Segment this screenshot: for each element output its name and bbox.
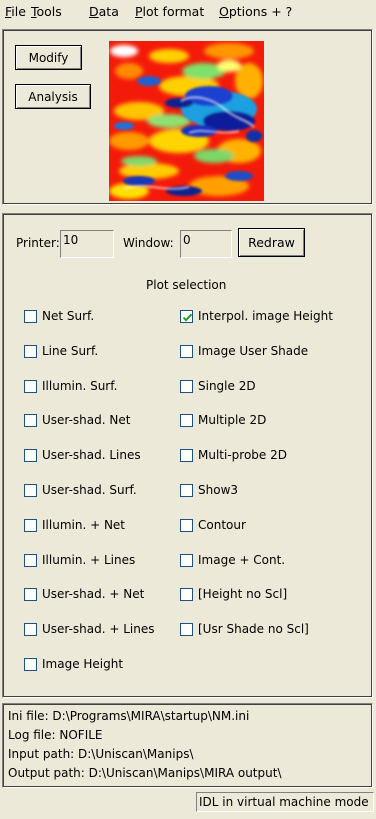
checkbox-label-right-6[interactable]: Contour <box>198 518 246 532</box>
checkbox-left-7[interactable] <box>24 554 37 567</box>
checkbox-label-left-6[interactable]: Illumin. + Net <box>42 518 125 532</box>
checkbox-label-right-2[interactable]: Single 2D <box>198 379 256 393</box>
checkbox-label-left-9[interactable]: User-shad. + Lines <box>42 622 155 636</box>
checkbox-right-7[interactable] <box>180 554 193 567</box>
checkbox-label-right-4[interactable]: Multi-probe 2D <box>198 448 287 462</box>
checkbox-label-left-5[interactable]: User-shad. Surf. <box>42 483 137 497</box>
printer-label: Printer: <box>16 236 60 250</box>
checkbox-label-left-3[interactable]: User-shad. Net <box>42 413 130 427</box>
checkbox-label-left-4[interactable]: User-shad. Lines <box>42 448 141 462</box>
checkbox-right-2[interactable] <box>180 380 193 393</box>
checkbox-label-right-1[interactable]: Image User Shade <box>198 344 308 358</box>
checkbox-right-0[interactable] <box>180 310 193 323</box>
menu-data[interactable]: Data <box>89 4 119 19</box>
checkbox-label-right-3[interactable]: Multiple 2D <box>198 413 266 427</box>
checkbox-label-left-2[interactable]: Illumin. Surf. <box>42 379 117 393</box>
checkbox-right-6[interactable] <box>180 519 193 532</box>
checkbox-label-right-9[interactable]: [Usr Shade no Scl] <box>198 622 309 636</box>
checkbox-label-left-10[interactable]: Image Height <box>42 657 123 671</box>
menu-options[interactable]: Options + ? <box>219 4 292 19</box>
checkbox-left-3[interactable] <box>24 414 37 427</box>
analysis-button[interactable]: Analysis <box>15 84 91 109</box>
window-label: Window: <box>123 236 174 250</box>
menu-plot-format[interactable]: Plot format <box>135 4 204 19</box>
ini-file-text: Ini file: D:\Programs\MIRA\startup\NM.in… <box>8 709 250 723</box>
checkbox-right-1[interactable] <box>180 345 193 358</box>
checkbox-left-1[interactable] <box>24 345 37 358</box>
checkbox-right-4[interactable] <box>180 449 193 462</box>
menu-tools[interactable]: Tools <box>31 4 62 19</box>
checkbox-left-2[interactable] <box>24 380 37 393</box>
checkbox-left-4[interactable] <box>24 449 37 462</box>
log-file-text: Log file: NOFILE <box>8 728 103 742</box>
menu-file[interactable]: File <box>5 4 26 19</box>
checkbox-label-left-8[interactable]: User-shad. + Net <box>42 587 144 601</box>
output-path-text: Output path: D:\Uniscan\Manips\MIRA outp… <box>8 766 282 780</box>
status-bar: IDL in virtual machine mode <box>196 792 374 812</box>
checkbox-label-left-7[interactable]: Illumin. + Lines <box>42 553 135 567</box>
checkbox-left-0[interactable] <box>24 310 37 323</box>
height-map-image <box>109 41 264 201</box>
input-path-text: Input path: D:\Uniscan\Manips\ <box>8 747 194 761</box>
checkmark-icon <box>182 313 193 322</box>
checkbox-label-right-0[interactable]: Interpol. image Height <box>198 309 333 323</box>
printer-input[interactable]: 10 <box>60 230 114 258</box>
checkbox-left-6[interactable] <box>24 519 37 532</box>
plot-selection-title: Plot selection <box>146 278 227 292</box>
checkbox-label-right-8[interactable]: [Height no Scl] <box>198 587 287 601</box>
checkbox-right-8[interactable] <box>180 588 193 601</box>
checkbox-label-right-7[interactable]: Image + Cont. <box>198 553 285 567</box>
menu-bar: File Tools Data Plot format Options + ? <box>0 0 376 22</box>
checkbox-right-3[interactable] <box>180 414 193 427</box>
checkbox-left-5[interactable] <box>24 484 37 497</box>
checkbox-label-right-5[interactable]: Show3 <box>198 483 238 497</box>
checkbox-label-left-1[interactable]: Line Surf. <box>42 344 98 358</box>
checkbox-right-9[interactable] <box>180 623 193 636</box>
checkbox-left-8[interactable] <box>24 588 37 601</box>
checkbox-right-5[interactable] <box>180 484 193 497</box>
redraw-button[interactable]: Redraw <box>238 228 305 257</box>
modify-button[interactable]: Modify <box>15 45 82 70</box>
checkbox-label-left-0[interactable]: Net Surf. <box>42 309 94 323</box>
checkbox-left-9[interactable] <box>24 623 37 636</box>
checkbox-left-10[interactable] <box>24 658 37 671</box>
window-input[interactable]: 0 <box>180 230 232 258</box>
